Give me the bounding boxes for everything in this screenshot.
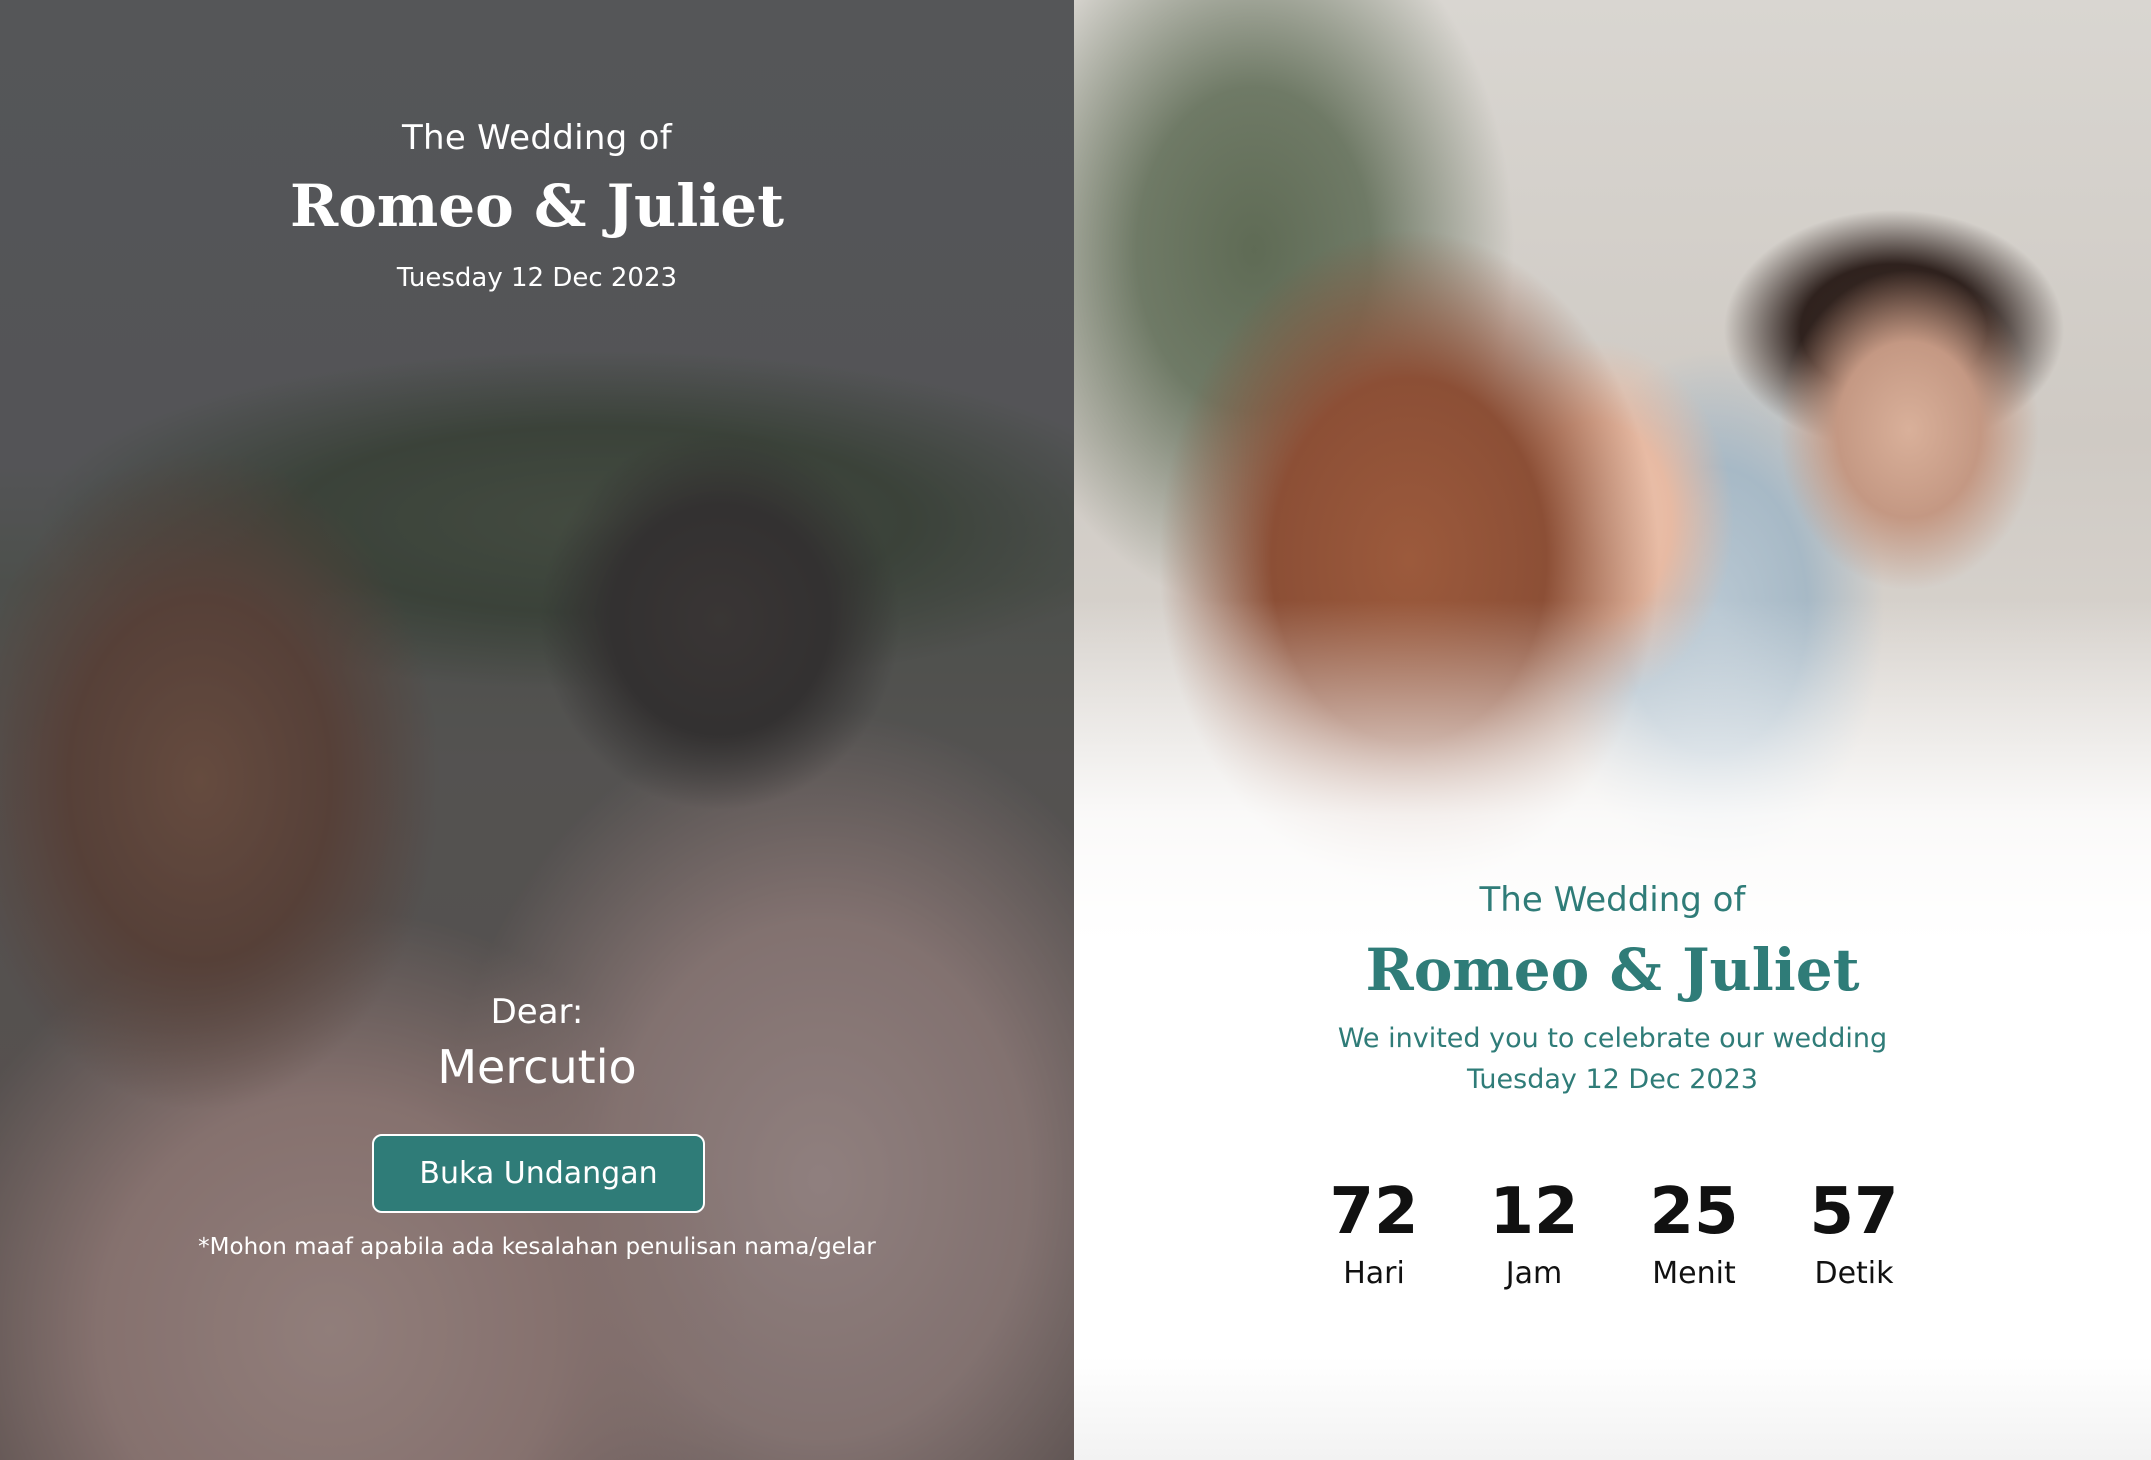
countdown-hours-value: 12 (1489, 1175, 1579, 1249)
countdown-minutes-value: 25 (1649, 1175, 1739, 1249)
cover-kicker: The Wedding of (401, 118, 673, 158)
countdown-minutes: 25 Menit (1634, 1170, 1754, 1291)
countdown-seconds-value: 57 (1809, 1175, 1899, 1249)
countdown-minutes-label: Menit (1652, 1256, 1736, 1291)
countdown-seconds: 57 Detik (1794, 1170, 1914, 1291)
countdown-timer: 72 Hari 12 Jam 25 Menit 57 Detik (1314, 1170, 1914, 1291)
hero-couple-names: Romeo & Juliet (1365, 936, 1860, 1004)
countdown-days: 72 Hari (1314, 1170, 1434, 1291)
hero-panel: The Wedding of Romeo & Juliet We invited… (1074, 0, 2151, 1460)
cover-panel: The Wedding of Romeo & Juliet Tuesday 12… (0, 0, 1074, 1460)
hero-kicker: The Wedding of (1479, 880, 1746, 920)
cover-date: Tuesday 12 Dec 2023 (396, 263, 678, 293)
countdown-days-label: Hari (1343, 1256, 1405, 1291)
invitation-page: The Wedding of Romeo & Juliet Tuesday 12… (0, 0, 2151, 1460)
countdown-seconds-label: Detik (1814, 1256, 1894, 1291)
dear-label: Dear: (490, 992, 584, 1032)
open-invitation-button[interactable]: Buka Undangan (372, 1134, 705, 1213)
countdown-hours: 12 Jam (1474, 1170, 1594, 1291)
cover-couple-names: Romeo & Juliet (290, 172, 784, 240)
hero-content: The Wedding of Romeo & Juliet We invited… (1074, 0, 2151, 1460)
name-apology-note: *Mohon maaf apabila ada kesalahan penuli… (198, 1234, 876, 1260)
cover-content: The Wedding of Romeo & Juliet Tuesday 12… (0, 0, 1074, 1460)
hero-date: Tuesday 12 Dec 2023 (1467, 1064, 1758, 1095)
hero-invite-text: We invited you to celebrate our wedding (1337, 1023, 1888, 1054)
guest-name: Mercutio (437, 1040, 637, 1094)
countdown-hours-label: Jam (1505, 1256, 1563, 1291)
countdown-days-value: 72 (1329, 1175, 1419, 1249)
